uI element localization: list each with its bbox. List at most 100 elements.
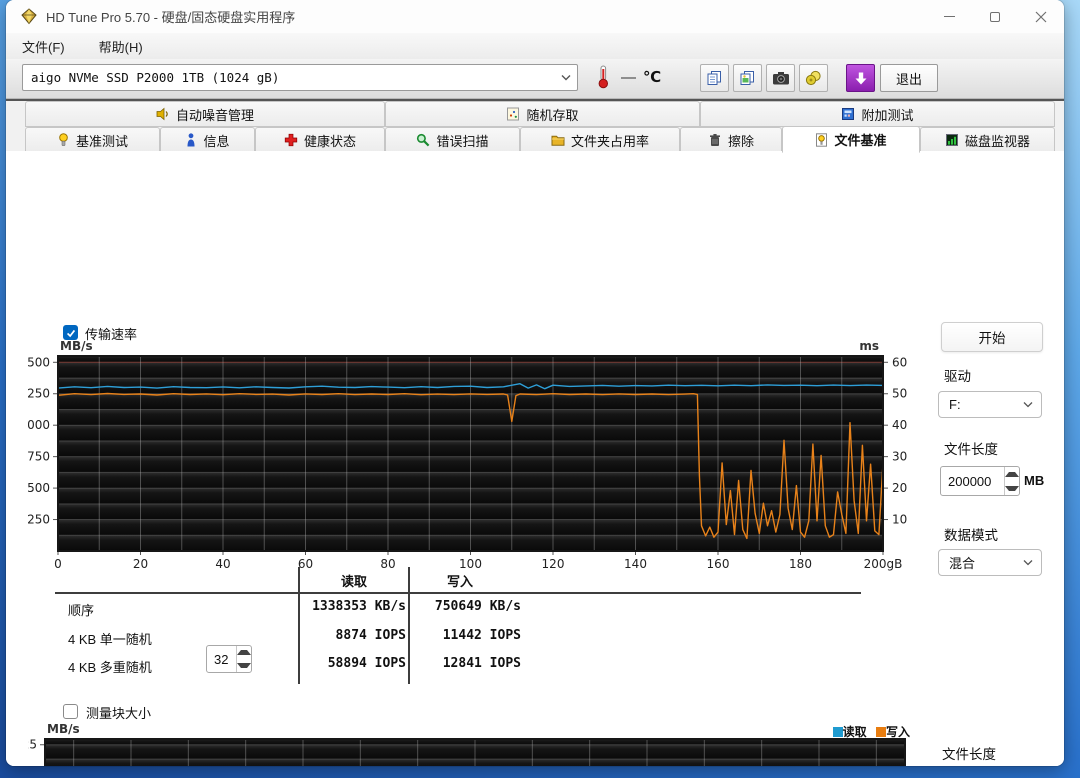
temperature-unit: ℃ — [643, 69, 662, 86]
close-icon — [1035, 11, 1047, 22]
exit-button[interactable]: 退出 — [880, 64, 938, 92]
tab-erase[interactable]: 擦除 — [680, 127, 782, 153]
file-benchmark-icon — [816, 132, 828, 147]
tab-folder-usage[interactable]: 文件夹占用率 — [520, 127, 680, 153]
chevron-down-icon — [1015, 401, 1041, 408]
svg-text:750: 750 — [28, 450, 50, 464]
block-size-chart: 0.51248163264128256512102420484096819251… — [28, 722, 906, 766]
thermometer-icon — [598, 65, 608, 89]
screenshot-button[interactable] — [766, 64, 795, 92]
arrow-down-icon — [237, 663, 251, 668]
maximize-icon — [990, 11, 1000, 22]
health-cross-icon — [284, 133, 298, 147]
tab-label: 磁盘监视器 — [964, 133, 1030, 149]
tab-info[interactable]: 信息 — [160, 127, 255, 153]
temperature-value: — — [621, 68, 636, 86]
svg-text:1000: 1000 — [28, 418, 50, 432]
tab-label: 自动噪音管理 — [175, 107, 254, 123]
svg-text:160: 160 — [707, 557, 730, 571]
svg-text:40: 40 — [215, 557, 230, 571]
svg-text:1500: 1500 — [28, 355, 50, 369]
arrow-up-icon — [1005, 471, 1019, 477]
data-mode-value: 混合 — [949, 556, 976, 571]
minimize-button[interactable] — [926, 0, 972, 33]
svg-text:60: 60 — [298, 557, 313, 571]
drive-combo[interactable]: aigo NVMe SSD P2000 1TB (1024 gB) — [22, 64, 578, 91]
drive-select-value: F: — [949, 397, 961, 412]
queue-depth-spinner[interactable]: 32 — [206, 645, 252, 673]
trash-icon — [709, 134, 720, 146]
tab-extra-tests[interactable]: 附加测试 — [700, 101, 1055, 127]
data-mode-select[interactable]: 混合 — [938, 549, 1042, 576]
svg-text:200gB: 200gB — [864, 557, 903, 571]
svg-text:180: 180 — [789, 557, 812, 571]
queue-depth-value: 32 — [214, 651, 229, 667]
cost-button[interactable] — [799, 64, 828, 92]
spinner-down-button[interactable] — [1005, 481, 1019, 495]
svg-text:10: 10 — [892, 513, 907, 527]
copy-text-icon — [707, 71, 721, 85]
tab-health[interactable]: 健康状态 — [255, 127, 385, 153]
table-row-label: 顺序 — [68, 603, 95, 618]
close-button[interactable] — [1018, 0, 1064, 33]
disk-monitor-icon — [945, 134, 958, 146]
spinner-up-button[interactable] — [237, 646, 251, 659]
save-results-button[interactable] — [846, 64, 875, 92]
table-header-read: 读取 — [340, 574, 367, 589]
svg-text:25: 25 — [28, 738, 37, 752]
chevron-down-icon — [1015, 559, 1041, 566]
app-icon — [21, 8, 37, 25]
tab-strip: 自动噪音管理 随机存取 附加测试 基准测试 信息 健康状态 错误扫描 文件夹占用… — [6, 99, 1064, 153]
svg-text:250: 250 — [28, 513, 50, 527]
tab-label: 文件基准 — [834, 133, 887, 148]
file-benchmark-panel: 传输速率 0 20 40 60 80 100 120 140 160 180 200gB 250 500… — [6, 151, 1064, 766]
folder-icon — [551, 135, 565, 146]
title-bar: HD Tune Pro 5.70 - 硬盘/固态硬盘实用程序 — [6, 0, 1064, 33]
tab-label: 信息 — [203, 133, 230, 149]
tab-label: 文件夹占用率 — [570, 133, 649, 149]
window-title: HD Tune Pro 5.70 - 硬盘/固态硬盘实用程序 — [46, 10, 296, 25]
table-cell-read: 1338353 KB/s — [312, 599, 406, 614]
table-cell-write: 11442 IOPS — [442, 628, 521, 643]
table-cell-read: 58894 IOPS — [327, 656, 406, 671]
tab-error-scan[interactable]: 错误扫描 — [385, 127, 520, 153]
block-size-checkbox[interactable] — [63, 704, 78, 719]
speaker-icon — [156, 107, 168, 121]
tab-auto-acoustic[interactable]: 自动噪音管理 — [25, 101, 385, 127]
menu-file[interactable]: 文件(F) — [16, 35, 71, 58]
svg-text:ms: ms — [859, 339, 879, 353]
data-mode-label: 数据模式 — [944, 528, 998, 543]
download-arrow-icon — [855, 72, 866, 84]
tab-file-benchmark[interactable]: 文件基准 — [782, 126, 920, 153]
svg-text:1250: 1250 — [28, 387, 50, 401]
copy-image-button[interactable] — [733, 64, 762, 92]
copy-text-button[interactable] — [700, 64, 729, 92]
maximize-button[interactable] — [972, 0, 1018, 33]
tab-benchmark[interactable]: 基准测试 — [25, 127, 160, 153]
magnifier-icon — [417, 133, 430, 147]
spinner-up-button[interactable] — [1005, 467, 1019, 481]
tab-label: 擦除 — [727, 133, 754, 149]
tab-label: 基准测试 — [75, 133, 128, 149]
minimize-icon — [943, 16, 955, 17]
table-row-label: 4 KB 多重随机 — [68, 660, 152, 675]
svg-text:30: 30 — [892, 450, 907, 464]
table-header-rule — [55, 592, 861, 594]
coins-icon — [805, 70, 821, 86]
menu-help[interactable]: 帮助(H) — [93, 35, 149, 58]
spinner-down-button[interactable] — [237, 659, 251, 672]
file-length-spinner[interactable]: 200000 — [940, 466, 1020, 496]
drive-combo-value: aigo NVMe SSD P2000 1TB (1024 gB) — [31, 70, 280, 85]
svg-text:60: 60 — [892, 355, 907, 369]
svg-text:40: 40 — [892, 418, 907, 432]
file-length2-label: 文件长度 — [942, 747, 996, 762]
tab-random-access[interactable]: 随机存取 — [385, 101, 700, 127]
table-cell-write: 750649 KB/s — [434, 599, 521, 614]
chevron-down-icon — [555, 74, 577, 81]
bulb-icon — [59, 133, 68, 146]
table-cell-write: 12841 IOPS — [442, 656, 521, 671]
svg-text:50: 50 — [892, 387, 907, 401]
tab-disk-monitor[interactable]: 磁盘监视器 — [920, 127, 1055, 153]
start-button[interactable]: 开始 — [941, 322, 1043, 352]
drive-select[interactable]: F: — [938, 391, 1042, 418]
